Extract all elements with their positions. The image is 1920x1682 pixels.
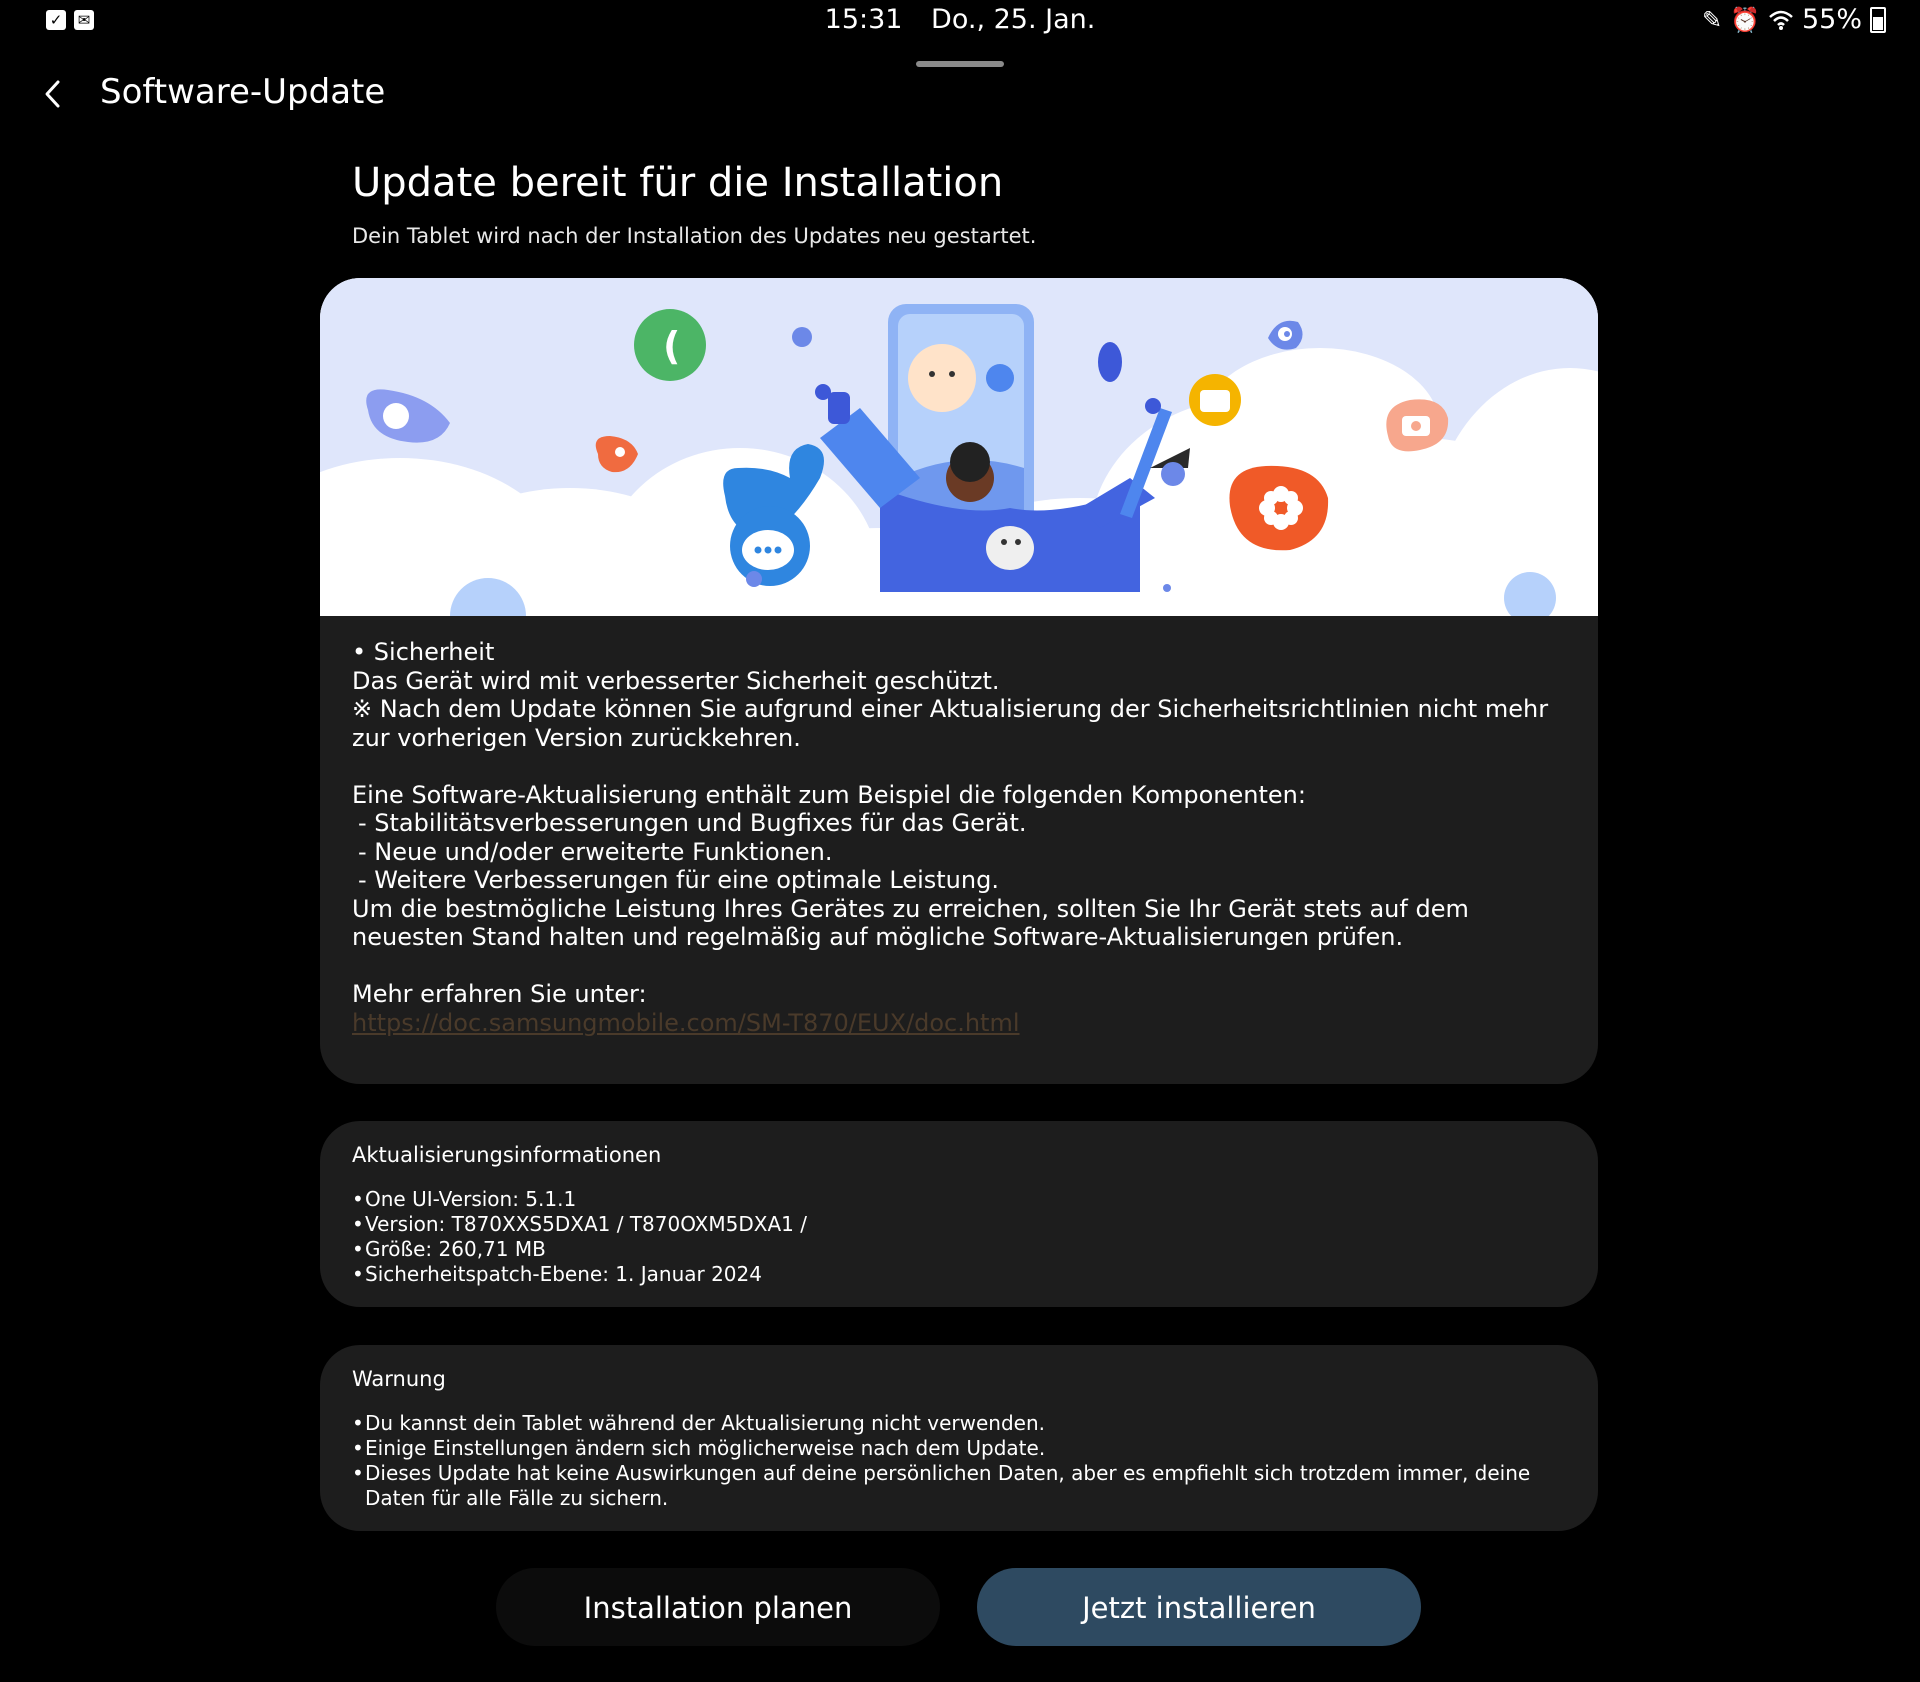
schedule-install-button[interactable]: Installation planen (496, 1568, 940, 1646)
notes-line: - Stabilitätsverbesserungen und Bugfixes… (358, 809, 1027, 837)
update-info-list: • One UI-Version: 5.1.1 • Version: T870XXS… (352, 1187, 1566, 1287)
status-clock: 15:31 Do., 25. Jan. (0, 4, 1920, 35)
back-button[interactable] (32, 72, 76, 116)
release-notes-text: • Sicherheit Das Gerät wird mit verbesse… (320, 616, 1598, 1037)
notes-line: - Weitere Verbesserungen für eine optima… (358, 866, 999, 894)
notes-line: ※ Nach dem Update können Sie aufgrund ei… (352, 695, 1549, 752)
update-illustration: ( (320, 278, 1598, 718)
header-title: Software-Update (100, 72, 386, 112)
update-info-title: Aktualisierungsinformationen (352, 1143, 662, 1167)
wifi-icon (1769, 10, 1793, 30)
svg-text:(: ( (663, 324, 680, 368)
notes-spacer (352, 952, 1566, 981)
warning-list: • Du kannst dein Tablet während der Aktua… (352, 1411, 1566, 1511)
list-item: • Einige Einstellungen ändern sich möglic… (352, 1436, 1046, 1460)
status-date: Do., 25. Jan. (931, 4, 1096, 35)
list-item: • One UI-Version: 5.1.1 (352, 1187, 577, 1211)
list-item: • Version: T870XXS5DXA1 / T870OXM5DXA1 / (352, 1212, 807, 1236)
page-title: Update bereit für die Installation (352, 160, 1004, 206)
page-subtitle: Dein Tablet wird nach der Installation d… (352, 224, 1037, 248)
update-info-card: Aktualisierungsinformationen • One UI-Ver… (320, 1121, 1598, 1307)
warning-item: Du kannst dein Tablet während der Aktual… (365, 1411, 1045, 1435)
warning-item: Einige Einstellungen ändern sich möglich… (365, 1436, 1046, 1460)
status-time: 15:31 (824, 4, 903, 35)
more-info-link[interactable]: https://doc.samsungmobile.com/SM-T870/EU… (352, 1009, 1020, 1037)
warning-title: Warnung (352, 1367, 446, 1391)
update-info-item: One UI-Version: 5.1.1 (365, 1187, 577, 1211)
notes-line: - Neue und/oder erweiterte Funktionen. (358, 837, 833, 866)
warning-card: Warnung • Du kannst dein Tablet während d… (320, 1345, 1598, 1531)
list-item: • Größe: 260,71 MB (352, 1237, 546, 1261)
update-info-item: Größe: 260,71 MB (365, 1237, 546, 1261)
battery-icon (1870, 6, 1886, 33)
notes-spacer (352, 752, 1566, 781)
status-bar: ✓ ✉ 15:31 Do., 25. Jan. ✎ ⏰ 55% (0, 0, 1920, 44)
notes-line: Eine Software-Aktualisierung enthält zum… (352, 780, 1306, 809)
notes-line: Um die bestmögliche Leistung Ihres Gerät… (352, 894, 1469, 952)
illustration-graphic: ( (320, 278, 1598, 718)
notes-line: • Sicherheit (352, 638, 495, 666)
list-item: • Du kannst dein Tablet während der Aktua… (352, 1411, 1045, 1435)
app-header: Software-Update (0, 64, 1920, 124)
list-item: • Dieses Update hat keine Auswirkungen au… (352, 1461, 1566, 1511)
chevron-left-icon (45, 80, 60, 108)
status-right-icons: ✎ ⏰ 55% (1702, 4, 1886, 35)
list-item: • Sicherheitspatch-Ebene: 1. Januar 2024 (352, 1262, 762, 1286)
notes-line: Mehr erfahren Sie unter: (352, 980, 647, 1008)
battery-percent: 55% (1801, 4, 1862, 35)
update-info-item: Version: T870XXS5DXA1 / T870OXM5DXA1 / (365, 1212, 807, 1236)
install-now-button[interactable]: Jetzt installieren (977, 1568, 1421, 1646)
release-notes-card: (• Sicherheit Das Gerät wird mit verbes… (320, 278, 1598, 1084)
pen-icon: ✎ (1701, 5, 1723, 34)
update-info-item: Sicherheitspatch-Ebene: 1. Januar 2024 (365, 1262, 762, 1286)
notes-line: Das Gerät wird mit verbesserter Sicherhe… (352, 666, 1000, 695)
warning-item: Dieses Update hat keine Auswirkungen auf… (365, 1461, 1531, 1510)
alarm-icon: ⏰ (1730, 5, 1760, 34)
